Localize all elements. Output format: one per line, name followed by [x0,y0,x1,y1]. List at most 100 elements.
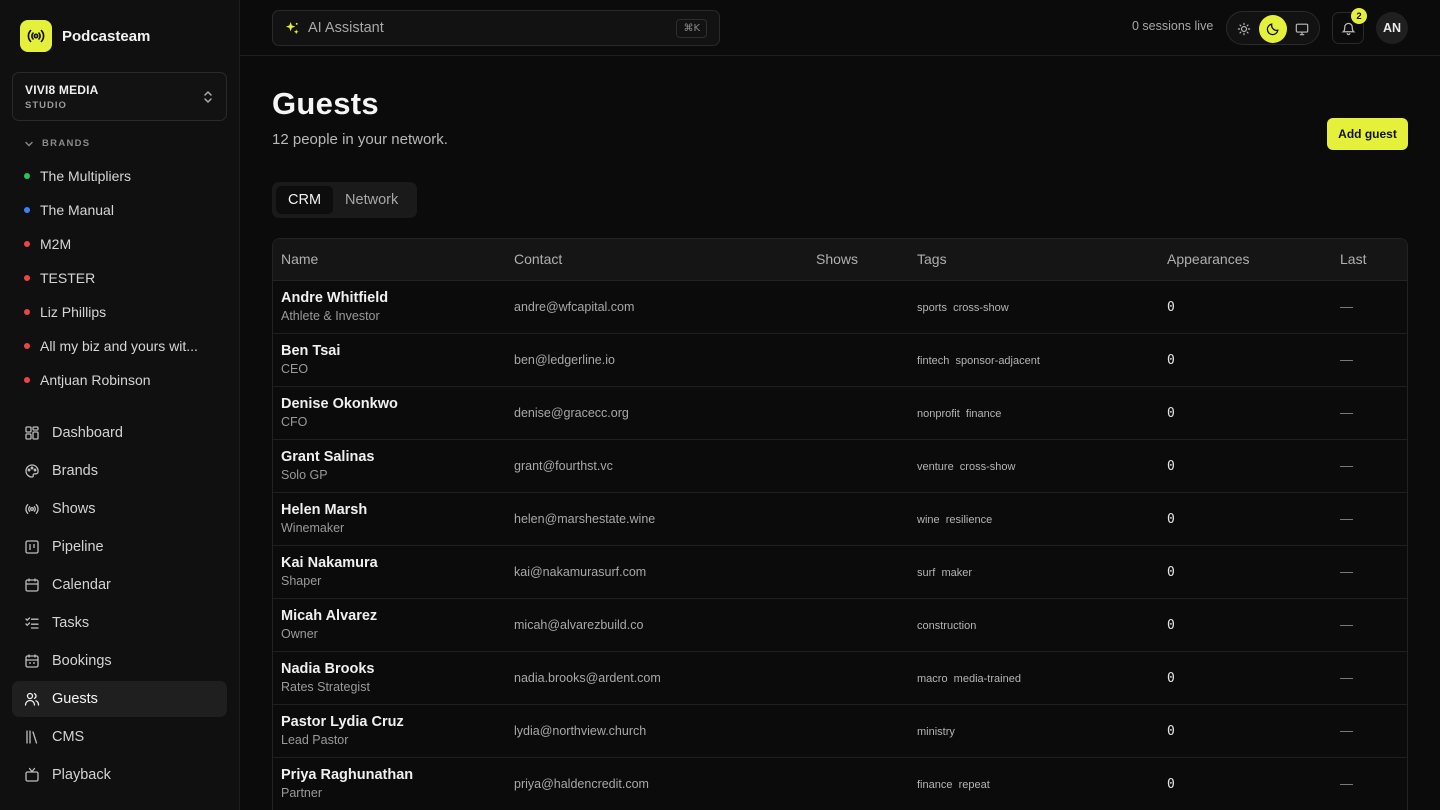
table-row[interactable]: Denise Okonkwo CFO denise@gracecc.org nonpr… [273,386,1407,439]
brand-color-dot [24,207,30,213]
table-row[interactable]: Micah Alvarez Owner micah@alvarezbuild.co c… [273,598,1407,651]
nav-label: Playback [52,767,111,783]
calendar-icon [25,578,39,592]
tab-crm[interactable]: CRM [276,186,334,214]
column-header-tags[interactable]: Tags [909,239,1159,281]
tv-icon [25,767,39,782]
guest-role: Solo GP [281,468,328,482]
brand-item[interactable]: Liz Phillips [0,295,239,329]
guest-name[interactable]: Andre Whitfield [281,290,506,306]
brand-item[interactable]: TESTER [0,261,239,295]
bell-icon [1340,22,1356,35]
nav-item-guests[interactable]: Guests [12,681,227,717]
table-row[interactable]: Ben Tsai CEO ben@ledgerline.io fintech spon… [273,333,1407,386]
tags-cell: nonprofit finance [909,386,1159,439]
nav-item-cms[interactable]: CMS [12,719,227,755]
brand-item[interactable]: Antjuan Robinson [0,363,239,397]
guest-email[interactable]: ben@ledgerline.io [514,353,615,367]
table-row[interactable]: Andre Whitfield Athlete & Investor andre@w… [273,280,1407,333]
guest-name[interactable]: Kai Nakamura [281,555,506,571]
table-row[interactable]: Grant Salinas Solo GP grant@fourthst.vc ven… [273,439,1407,492]
last-cell: — [1332,333,1407,386]
app-logo[interactable]: Podcasteam [0,0,239,72]
guest-name[interactable]: Helen Marsh [281,502,506,518]
dark-theme-button[interactable] [1259,15,1287,43]
last-cell: — [1332,651,1407,704]
shows-cell [808,598,909,651]
tab-network[interactable]: Network [333,186,410,214]
table-row[interactable]: Priya Raghunathan Partner priya@haldencred… [273,757,1407,810]
guest-name[interactable]: Nadia Brooks [281,661,506,677]
brand-item[interactable]: The Manual [0,193,239,227]
bookings-icon [25,654,39,668]
brands-section-toggle[interactable]: BRANDS [24,138,90,149]
guest-name[interactable]: Ben Tsai [281,343,506,359]
guest-role: CFO [281,415,308,429]
brand-label: The Manual [40,202,114,218]
brand-item[interactable]: M2M [0,227,239,261]
guest-role: Owner [281,627,318,641]
table-row[interactable]: Nadia Brooks Rates Strategist nadia.brooks… [273,651,1407,704]
guest-name[interactable]: Micah Alvarez [281,608,506,624]
brand-label: Liz Phillips [40,304,107,320]
guest-name[interactable]: Denise Okonkwo [281,396,506,412]
nav-item-playback[interactable]: Playback [12,757,227,793]
guest-name[interactable]: Grant Salinas [281,449,506,465]
monitor-icon [1295,23,1309,36]
name-cell: Priya Raghunathan Partner [273,757,506,810]
system-theme-button[interactable] [1288,15,1316,43]
column-header-contact[interactable]: Contact [506,239,808,281]
notification-badge: 2 [1351,8,1367,24]
column-header-shows[interactable]: Shows [808,239,909,281]
column-header-appearances[interactable]: Appearances [1159,239,1332,281]
guest-email[interactable]: helen@marshestate.wine [514,512,655,526]
guest-email[interactable]: denise@gracecc.org [514,406,629,420]
light-theme-button[interactable] [1230,15,1258,43]
nav-item-bookings[interactable]: Bookings [12,643,227,679]
nav-label: Shows [52,501,96,517]
table-row[interactable]: Kai Nakamura Shaper kai@nakamurasurf.com su… [273,545,1407,598]
nav-item-shows[interactable]: Shows [12,491,227,527]
column-header-name[interactable]: Name [273,239,506,281]
brand-item[interactable]: The Multipliers [0,159,239,193]
shows-cell [808,651,909,704]
nav-item-tasks[interactable]: Tasks [12,605,227,641]
contact-cell: priya@haldencredit.com [506,757,808,810]
notifications-button[interactable]: 2 [1332,8,1367,44]
org-switcher[interactable]: VIVI8 MEDIA STUDIO [12,72,227,121]
chevron-down-icon [25,141,33,146]
guest-email[interactable]: kai@nakamurasurf.com [514,565,646,579]
guest-email[interactable]: andre@wfcapital.com [514,300,634,314]
appearances-cell: 0 [1159,545,1332,598]
appearances-cell: 0 [1159,280,1332,333]
add-guest-button[interactable]: Add guest [1327,118,1408,150]
guest-appearances: 0 [1167,458,1175,474]
guest-appearances: 0 [1167,617,1175,633]
guest-tags: surf maker [917,566,973,579]
appearances-cell: 0 [1159,439,1332,492]
guest-email[interactable]: priya@haldencredit.com [514,777,649,791]
name-cell: Denise Okonkwo CFO [273,386,506,439]
contact-cell: helen@marshestate.wine [506,492,808,545]
ai-assistant-button[interactable]: AI Assistant ⌘K [272,10,720,46]
guest-email[interactable]: lydia@northview.church [514,724,646,738]
guest-role: Lead Pastor [281,733,349,747]
nav-item-brands[interactable]: Brands [12,453,227,489]
guest-email[interactable]: nadia.brooks@ardent.com [514,671,661,685]
contact-cell: nadia.brooks@ardent.com [506,651,808,704]
last-cell: — [1332,492,1407,545]
shows-cell [808,386,909,439]
app-name: Podcasteam [62,27,151,45]
nav-item-pipeline[interactable]: Pipeline [12,529,227,565]
guest-name[interactable]: Pastor Lydia Cruz [281,714,506,730]
nav-item-dashboard[interactable]: Dashboard [12,415,227,451]
brand-item[interactable]: All my biz and yours wit... [0,329,239,363]
avatar[interactable]: AN [1376,12,1408,44]
table-row[interactable]: Helen Marsh Winemaker helen@marshestate.wi… [273,492,1407,545]
table-row[interactable]: Pastor Lydia Cruz Lead Pastor lydia@northv… [273,704,1407,757]
column-header-last[interactable]: Last [1332,239,1407,281]
guest-name[interactable]: Priya Raghunathan [281,767,506,783]
nav-item-calendar[interactable]: Calendar [12,567,227,603]
guest-email[interactable]: grant@fourthst.vc [514,459,613,473]
guest-email[interactable]: micah@alvarezbuild.co [514,618,643,632]
